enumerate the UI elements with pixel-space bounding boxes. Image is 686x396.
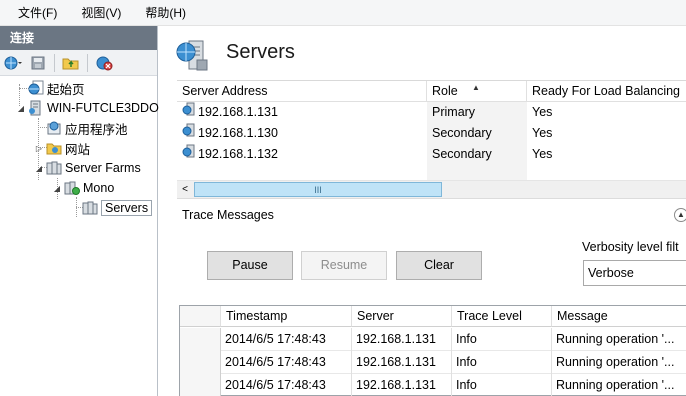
row-header[interactable] [180, 374, 221, 396]
tree-label: Mono [83, 181, 115, 195]
server-icon [28, 100, 44, 116]
sites-folder-icon [46, 140, 62, 156]
row-header-corner [180, 306, 221, 327]
connections-pane: 连接 起始页 ◢ WIN-FUTCLE3DDO 应用程序池 ▷ 网站 ◢ Ser… [0, 26, 159, 396]
trace-level: Info [452, 328, 552, 351]
tree-item-server[interactable]: ◢ WIN-FUTCLE3DDO [16, 98, 159, 118]
pause-button[interactable]: Pause [207, 251, 293, 280]
tree-item-sites[interactable]: ▷ 网站 [34, 138, 90, 158]
trace-messages-header: Trace Messages ▲ [177, 198, 686, 230]
app-pool-icon [46, 120, 62, 136]
row-header[interactable] [180, 351, 221, 374]
trace-message: Running operation '... [556, 355, 675, 369]
server-row-icon [182, 144, 196, 165]
folder-up-icon[interactable] [61, 53, 81, 73]
expanded-arrow-icon[interactable]: ◢ [16, 104, 26, 113]
scrollbar-thumb[interactable]: III [194, 182, 442, 197]
server-address: 192.168.1.130 [198, 126, 278, 140]
collapse-icon[interactable]: ▲ [674, 208, 686, 222]
table-row[interactable]: 192.168.1.132 [177, 144, 427, 165]
collapsed-arrow-icon[interactable]: ▷ [34, 144, 44, 153]
column-header-server[interactable]: Server [352, 306, 452, 327]
server-farm-icon [46, 160, 62, 176]
verbosity-label: Verbosity level filt [582, 240, 679, 254]
verbosity-select[interactable]: Verbose [583, 260, 686, 286]
server-ready: Yes [532, 147, 553, 161]
column-header-message[interactable]: Message [552, 306, 686, 327]
table-row[interactable]: 192.168.1.130 [177, 123, 427, 144]
expanded-arrow-icon[interactable]: ◢ [52, 184, 62, 193]
farm-node-icon [64, 180, 80, 196]
trace-messages-title: Trace Messages [182, 208, 274, 222]
server-ready: Yes [532, 105, 553, 119]
clear-button[interactable]: Clear [396, 251, 482, 280]
server-role: Secondary [432, 147, 492, 161]
toolbar-separator [54, 53, 55, 72]
servers-horizontal-scrollbar[interactable]: < III [177, 180, 686, 198]
table-row[interactable]: 2014/6/5 17:48:43 192.168.1.131 Info Run… [180, 351, 686, 374]
tree-label: 应用程序池 [65, 122, 128, 137]
trace-grid: Timestamp Server Trace Level Message 201… [179, 305, 686, 396]
globe-page-icon [28, 80, 44, 96]
tree-label: WIN-FUTCLE3DDO [47, 101, 159, 115]
menu-view[interactable]: 视图(V) [69, 0, 133, 26]
connections-toolbar [0, 50, 157, 76]
connections-header: 连接 [0, 26, 157, 50]
tree-label: Servers [101, 200, 153, 216]
servers-grid: Server Address Role ▲ Ready For Load Bal… [177, 80, 686, 183]
column-header-trace-level[interactable]: Trace Level [452, 306, 552, 327]
server-row-icon [182, 102, 196, 123]
tree-item-start-page[interactable]: 起始页 [16, 78, 85, 98]
tree-item-mono[interactable]: ◢ Mono [52, 178, 114, 198]
table-row[interactable]: 192.168.1.131 [177, 102, 427, 123]
trace-server: 192.168.1.131 [352, 351, 452, 374]
menu-file[interactable]: 文件(F) [6, 0, 69, 26]
toolbar-separator [87, 53, 88, 72]
server-role: Primary [432, 105, 476, 119]
globe-dropdown-icon[interactable] [4, 53, 24, 73]
tree-item-server-farms[interactable]: ◢ Server Farms [34, 158, 141, 178]
connections-tree: 起始页 ◢ WIN-FUTCLE3DDO 应用程序池 ▷ 网站 ◢ Server… [0, 76, 159, 217]
trace-level: Info [452, 351, 552, 374]
tree-label: Server Farms [65, 161, 141, 175]
column-header-server-address[interactable]: Server Address [177, 81, 427, 102]
table-row[interactable]: 2014/6/5 17:48:43 192.168.1.131 Info Run… [180, 328, 686, 351]
table-row[interactable]: 2014/6/5 17:48:43 192.168.1.131 Info Run… [180, 374, 686, 396]
servers-icon [82, 200, 98, 216]
page-title: Servers [226, 41, 295, 63]
servers-page-icon [175, 38, 211, 72]
trace-server: 192.168.1.131 [352, 374, 452, 396]
server-ready: Yes [532, 126, 553, 140]
trace-message: Running operation '... [556, 332, 675, 346]
save-icon[interactable] [28, 53, 48, 73]
column-header-ready-for-load-balancing[interactable]: Ready For Load Balancing [527, 81, 686, 102]
tree-label: 起始页 [47, 82, 85, 97]
tree-item-app-pools[interactable]: 应用程序池 [46, 118, 128, 138]
row-header[interactable] [180, 328, 221, 351]
main-content: Servers Server Address Role ▲ Ready For … [159, 26, 686, 396]
server-row-icon [182, 123, 196, 144]
column-header-timestamp[interactable]: Timestamp [221, 306, 352, 327]
scroll-left-arrow-icon[interactable]: < [177, 181, 193, 198]
trace-timestamp: 2014/6/5 17:48:43 [221, 351, 352, 374]
trace-level: Info [452, 374, 552, 396]
server-address: 192.168.1.132 [198, 147, 278, 161]
disconnect-icon[interactable] [94, 53, 114, 73]
server-address: 192.168.1.131 [198, 105, 278, 119]
tree-item-servers[interactable]: Servers [82, 198, 153, 218]
expanded-arrow-icon[interactable]: ◢ [34, 164, 44, 173]
resume-button[interactable]: Resume [301, 251, 387, 280]
server-role: Secondary [432, 126, 492, 140]
trace-server: 192.168.1.131 [352, 328, 452, 351]
menu-bar: 文件(F) 视图(V) 帮助(H) [0, 0, 686, 26]
menu-help[interactable]: 帮助(H) [133, 0, 198, 26]
trace-timestamp: 2014/6/5 17:48:43 [221, 328, 352, 351]
sort-ascending-icon: ▲ [472, 83, 480, 92]
trace-timestamp: 2014/6/5 17:48:43 [221, 374, 352, 396]
tree-label: 网站 [65, 142, 91, 157]
trace-message: Running operation '... [556, 378, 675, 392]
